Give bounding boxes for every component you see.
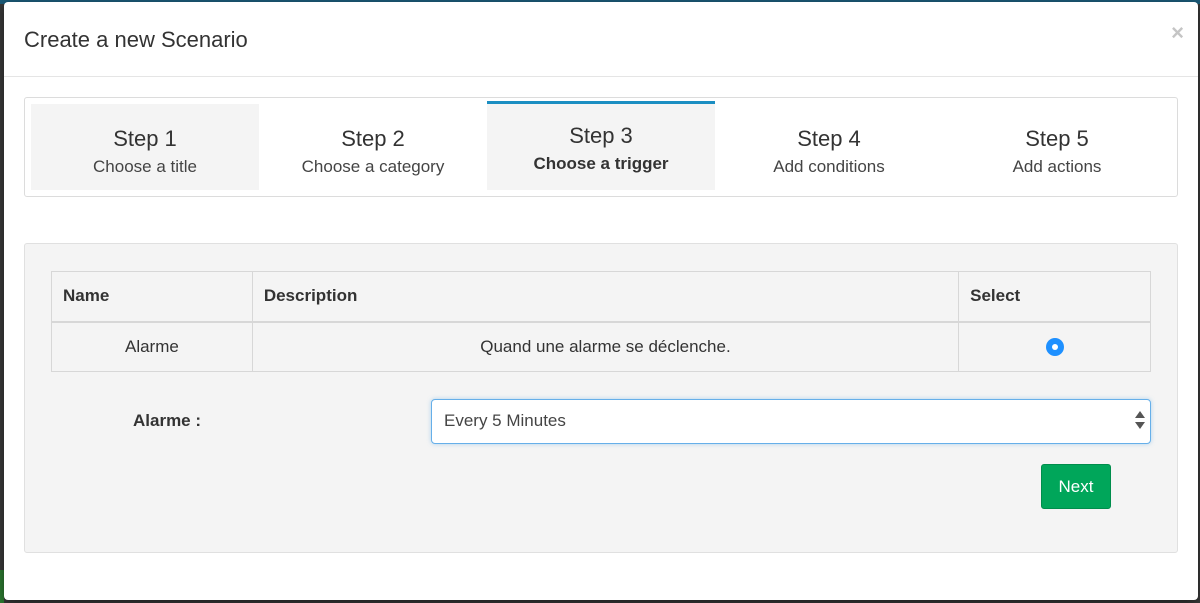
step-4[interactable]: Step 4 Add conditions xyxy=(715,104,943,190)
close-icon[interactable]: × xyxy=(1171,22,1184,44)
select-arrows-icon xyxy=(1134,409,1146,433)
step-label: Choose a category xyxy=(301,157,445,176)
step-label: Add actions xyxy=(1012,157,1102,176)
alarm-label: Alarme : xyxy=(133,411,202,430)
trigger-table: Name Description Select Alarme Quand une… xyxy=(51,271,1151,372)
table-header-row: Name Description Select xyxy=(51,271,1151,323)
modal-title: Create a new Scenario xyxy=(24,27,248,52)
step-2[interactable]: Step 2 Choose a category xyxy=(259,104,487,190)
table-row: Alarme Quand une alarme se déclenche. xyxy=(51,321,1151,372)
header-select: Select xyxy=(958,271,1151,323)
cell-description: Quand une alarme se déclenche. xyxy=(251,321,960,372)
trigger-radio[interactable] xyxy=(1045,338,1064,357)
trigger-panel: Name Description Select Alarme Quand une… xyxy=(24,243,1178,553)
modal-header: Create a new Scenario × xyxy=(4,2,1198,77)
step-label: Choose a title xyxy=(93,157,197,176)
step-label: Add conditions xyxy=(773,157,885,176)
cell-select xyxy=(958,321,1151,372)
step-number: Step 1 xyxy=(113,126,177,151)
alarm-select-value: Every 5 Minutes xyxy=(444,411,566,430)
alarm-select[interactable]: Every 5 Minutes xyxy=(431,399,1151,444)
step-5[interactable]: Step 5 Add actions xyxy=(943,104,1171,190)
step-1[interactable]: Step 1 Choose a title xyxy=(31,104,259,190)
scenario-modal: Create a new Scenario × Step 1 Choose a … xyxy=(4,2,1198,600)
step-label: Choose a trigger xyxy=(533,154,669,173)
step-3[interactable]: Step 3 Choose a trigger xyxy=(487,101,715,190)
step-number: Step 3 xyxy=(569,123,633,148)
header-description: Description xyxy=(251,271,960,323)
step-number: Step 5 xyxy=(1025,126,1089,151)
header-name: Name xyxy=(51,271,253,323)
step-wizard: Step 1 Choose a title Step 2 Choose a ca… xyxy=(24,97,1178,197)
next-button[interactable]: Next xyxy=(1041,464,1111,509)
step-number: Step 2 xyxy=(341,126,405,151)
alarm-form-row: Alarme : Every 5 Minutes xyxy=(51,399,1151,444)
cell-name: Alarme xyxy=(51,321,253,372)
step-number: Step 4 xyxy=(797,126,861,151)
